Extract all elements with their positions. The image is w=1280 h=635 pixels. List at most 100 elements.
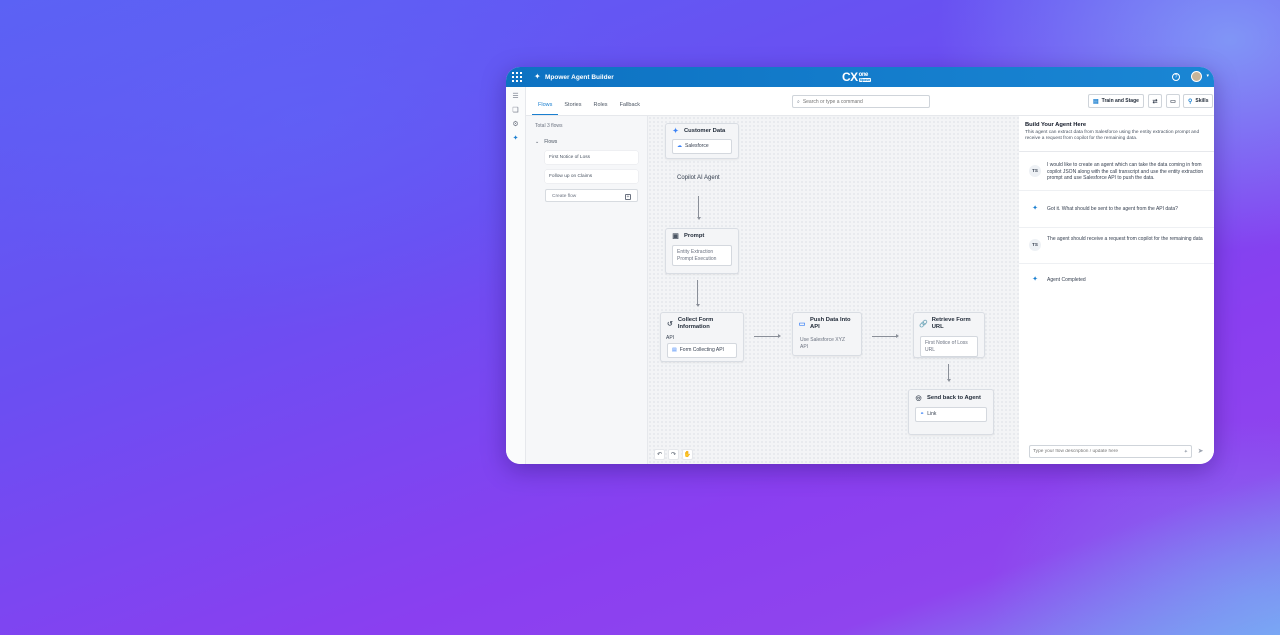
connector-line [872,335,896,337]
chat-message-user: TS The agent should receive a request fr… [1019,228,1214,264]
arrow-down-icon [946,379,951,382]
chat-bubbles-icon[interactable]: ❏ [512,107,520,115]
brand-logo: CX one Mpower [842,70,871,84]
tab-fallback[interactable]: Fallback [614,102,646,115]
chevron-down-icon[interactable]: ▾ [1206,73,1209,79]
chat-panel: Build Your Agent Here This agent can ext… [1019,115,1214,464]
node-collect-form-body[interactable]: ▤ Form Collecting API [667,343,737,358]
node-send-back-body[interactable]: ⚭ Link [915,407,987,422]
tab-roles[interactable]: Roles [588,102,614,115]
flow-item-first-notice[interactable]: First Notice of Loss [545,151,638,164]
filter-icon: ⚲ [1188,98,1193,105]
node-collect-form-sub: API [666,335,675,341]
collect-form-api-label: Form Collecting API [679,347,724,353]
search-input[interactable] [802,98,913,105]
node-collect-form-title: Collect Form Information [677,317,714,330]
sync-icon: ⇄ [1152,98,1158,105]
node-retrieve-form[interactable]: 🔗 Retrieve Form URL First Notice of Loss… [913,312,985,358]
connector-line [754,335,778,337]
check-circle-icon: ◎ [915,395,922,402]
chat-message-text: Got it. What should be sent to the agent… [1047,205,1178,212]
node-push-data-body: Use Salesforce XYZ API [800,337,846,350]
node-send-back[interactable]: ◎ Send back to Agent ⚭ Link [908,389,994,435]
node-send-back-title: Send back to Agent [927,395,981,401]
undo-icon[interactable]: ↶ [654,449,665,460]
node-push-data-title: Push Data Into API [810,317,851,330]
connector-line [697,280,698,305]
flow-description-input[interactable] [1033,449,1173,454]
send-icon[interactable]: ➤ [1195,446,1206,457]
copilot-agent-label: Copilot AI Agent [677,175,720,181]
list-icon[interactable]: ☰ [512,93,520,101]
plus-icon: + [625,194,631,200]
node-collect-form-header: ↺ Collect Form Information [661,313,743,333]
canvas-controls: ↶ ↷ ✋ [654,449,693,460]
chat-message-bot: ✦ Got it. What should be sent to the age… [1019,191,1214,228]
window-icon: ▭ [798,320,806,328]
user-initials-badge: TS [1029,165,1041,177]
arrow-right-icon [896,334,899,338]
skills-label: Skills [1195,98,1209,104]
chat-message-bot: ✦ Agent Completed [1019,264,1214,294]
node-customer-data[interactable]: ✦ Customer Data ☁ Salesforce [665,123,739,159]
help-icon[interactable]: ? [1172,73,1180,81]
flows-section-label: Flows [544,139,558,145]
skills-button[interactable]: ⚲ Skills [1183,94,1214,108]
comment-icon: ▭ [1170,98,1176,105]
chat-message-user: TS I would like to create an agent which… [1019,152,1214,191]
create-flow-button[interactable]: Create flow + [545,189,638,202]
node-push-data[interactable]: ▭ Push Data Into API Use Salesforce XYZ … [792,312,862,356]
sparkle-bot-icon: ✦ [1032,275,1038,283]
command-search[interactable]: ⌕ [792,95,930,108]
chat-header: Build Your Agent Here This agent can ext… [1019,116,1214,152]
chevron-down-icon[interactable]: ⌄ [535,139,539,145]
gear-icon[interactable]: ⚙ [512,121,520,129]
chat-title: Build Your Agent Here [1025,122,1087,128]
sparkle-icon: ✦ [672,128,679,135]
sync-button[interactable]: ⇄ [1148,94,1162,108]
title-bar: ✦ Mpower Agent Builder CX one Mpower ? ▾ [506,67,1214,87]
send-back-link-label: Link [927,411,937,417]
brand-main: CX [842,70,858,84]
node-retrieve-form-body: First Notice of Loss URL [920,336,978,357]
redo-icon[interactable]: ↷ [668,449,679,460]
sparkle-agent-icon[interactable]: ✦ [512,135,520,143]
app-launcher-icon[interactable] [512,72,522,82]
flows-total: Total 3 flows [535,123,563,129]
terminal-icon: ▣ [672,233,679,240]
flows-section-header[interactable]: ⌄ Flows [535,139,638,145]
icon-rail: ☰ ❏ ⚙ ✦ [506,87,526,464]
node-collect-form[interactable]: ↺ Collect Form Information API ▤ Form Co… [660,312,744,362]
app-title: Mpower Agent Builder [545,73,614,81]
toolbar: ⌕ ▤ Train and Stage ⇄ ▭ ⚲ Skills [648,87,1214,115]
train-label: Train and Stage [1101,98,1139,104]
node-prompt-body: Entity Extraction Prompt Execution [672,245,732,266]
tab-stories[interactable]: Stories [558,102,587,115]
arrow-down-icon [696,217,701,220]
avatar[interactable] [1191,71,1202,82]
arrow-right-icon [778,334,781,338]
node-push-data-header: ▭ Push Data Into API [793,313,861,333]
node-prompt[interactable]: ▣ Prompt Entity Extraction Prompt Execut… [665,228,739,274]
node-customer-data-header: ✦ Customer Data [666,124,738,137]
history-icon: ↺ [666,320,673,328]
tab-flows[interactable]: Flows [532,102,559,115]
app-window: ✦ Mpower Agent Builder CX one Mpower ? ▾… [506,67,1214,464]
comment-button[interactable]: ▭ [1166,94,1180,108]
link-icon: 🔗 [919,320,928,328]
chat-message-text: I would like to create an agent which ca… [1047,162,1204,182]
node-customer-data-source[interactable]: ☁ Salesforce [672,139,732,154]
chat-input-box[interactable]: ✦ [1029,445,1192,458]
flows-panel: Total 3 flows ⌄ Flows First Notice of Lo… [526,115,648,464]
sparkle-icon[interactable]: ✦ [1184,449,1188,455]
train-and-stage-button[interactable]: ▤ Train and Stage [1088,94,1144,108]
hand-pan-icon[interactable]: ✋ [682,449,693,460]
brand-tag: Mpower [858,78,871,82]
node-customer-data-title: Customer Data [684,128,726,134]
flow-item-follow-up[interactable]: Follow up on Claims [545,170,638,183]
connector-line [698,196,699,218]
search-icon: ⌕ [797,98,800,105]
flow-canvas[interactable]: ✦ Customer Data ☁ Salesforce Copilot AI … [648,115,1019,464]
create-flow-label: Create flow [552,194,577,199]
node-prompt-header: ▣ Prompt [666,229,738,242]
